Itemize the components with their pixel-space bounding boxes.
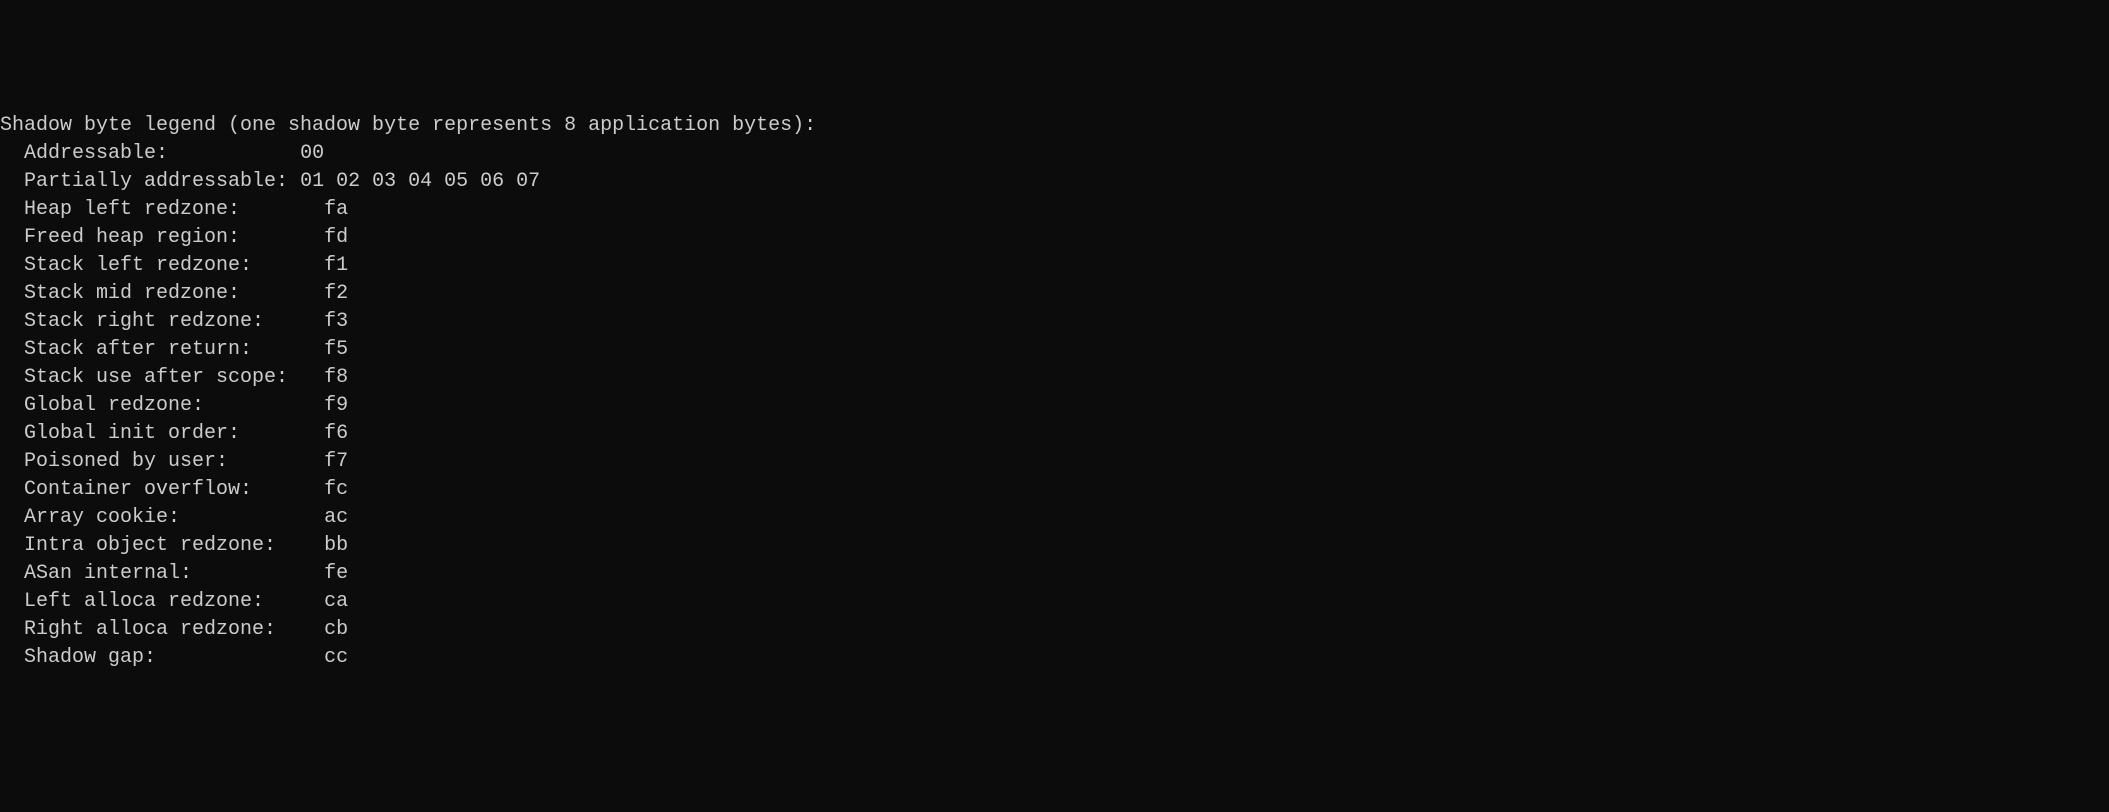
legend-entry: Global init order: f6	[0, 422, 348, 445]
legend-value: f7	[324, 450, 348, 473]
legend-entry: ASan internal: fe	[0, 562, 348, 585]
legend-value: ac	[324, 506, 348, 529]
legend-label: Freed heap region:	[0, 226, 324, 249]
legend-label: Addressable:	[0, 142, 300, 165]
legend-label: Stack use after scope:	[0, 366, 324, 389]
legend-value: fa	[324, 198, 348, 221]
legend-label: Intra object redzone:	[0, 534, 324, 557]
legend-label: ASan internal:	[0, 562, 324, 585]
legend-label: Array cookie:	[0, 506, 324, 529]
legend-entry: Stack right redzone: f3	[0, 310, 348, 333]
legend-label: Poisoned by user:	[0, 450, 324, 473]
legend-entry: Global redzone: f9	[0, 394, 348, 417]
legend-value: f1	[324, 254, 348, 277]
legend-entry: Heap left redzone: fa	[0, 198, 348, 221]
legend-value: 01 02 03 04 05 06 07	[300, 170, 540, 193]
legend-value: f9	[324, 394, 348, 417]
legend-label: Partially addressable:	[0, 170, 300, 193]
legend-entry: Poisoned by user: f7	[0, 450, 348, 473]
legend-entry: Partially addressable: 01 02 03 04 05 06…	[0, 170, 540, 193]
legend-value: cb	[324, 618, 348, 641]
legend-label: Stack right redzone:	[0, 310, 324, 333]
legend-label: Global redzone:	[0, 394, 324, 417]
legend-entry: Freed heap region: fd	[0, 226, 348, 249]
legend-value: 00	[300, 142, 324, 165]
legend-label: Stack left redzone:	[0, 254, 324, 277]
legend-entry: Addressable: 00	[0, 142, 324, 165]
legend-entry: Stack use after scope: f8	[0, 366, 348, 389]
legend-value: ca	[324, 590, 348, 613]
legend-value: fc	[324, 478, 348, 501]
terminal-output: Shadow byte legend (one shadow byte repr…	[0, 112, 2109, 672]
legend-entry: Array cookie: ac	[0, 506, 348, 529]
legend-value: f6	[324, 422, 348, 445]
legend-value: fd	[324, 226, 348, 249]
legend-value: f2	[324, 282, 348, 305]
legend-label: Shadow gap:	[0, 646, 324, 669]
legend-entry: Container overflow: fc	[0, 478, 348, 501]
legend-entry: Stack after return: f5	[0, 338, 348, 361]
legend-entry: Stack mid redzone: f2	[0, 282, 348, 305]
legend-header: Shadow byte legend (one shadow byte repr…	[0, 114, 816, 137]
legend-value: f3	[324, 310, 348, 333]
legend-label: Global init order:	[0, 422, 324, 445]
legend-label: Heap left redzone:	[0, 198, 324, 221]
legend-entry: Right alloca redzone: cb	[0, 618, 348, 641]
legend-value: f5	[324, 338, 348, 361]
legend-label: Stack after return:	[0, 338, 324, 361]
legend-entry: Intra object redzone: bb	[0, 534, 348, 557]
legend-value: cc	[324, 646, 348, 669]
legend-entry: Shadow gap: cc	[0, 646, 348, 669]
legend-value: bb	[324, 534, 348, 557]
legend-label: Container overflow:	[0, 478, 324, 501]
legend-label: Left alloca redzone:	[0, 590, 324, 613]
legend-label: Stack mid redzone:	[0, 282, 324, 305]
legend-label: Right alloca redzone:	[0, 618, 324, 641]
legend-value: fe	[324, 562, 348, 585]
legend-value: f8	[324, 366, 348, 389]
legend-entry: Left alloca redzone: ca	[0, 590, 348, 613]
legend-entry: Stack left redzone: f1	[0, 254, 348, 277]
